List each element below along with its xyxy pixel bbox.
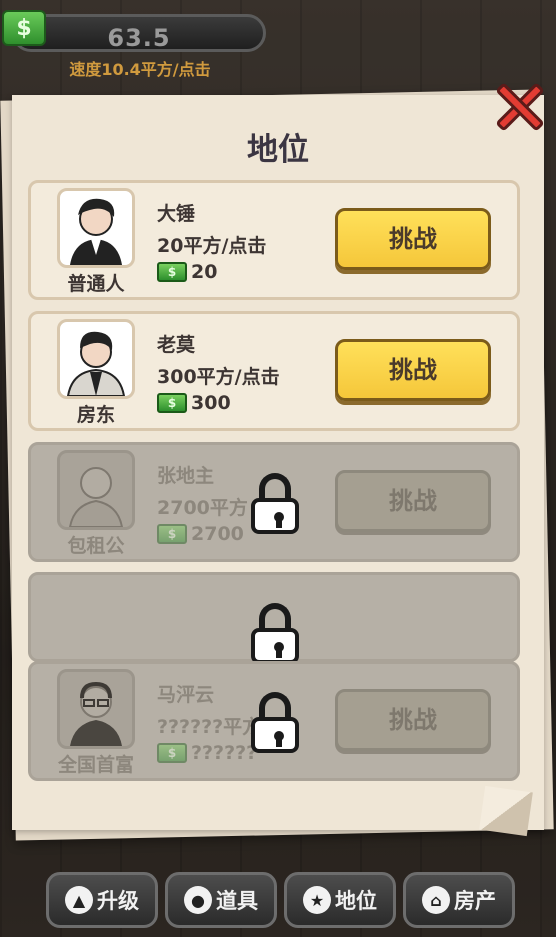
status-card-locked: 全国首富 马泙云 ??????平方 $ ?????? 挑战 xyxy=(28,661,520,781)
challenge-button-disabled: 挑战 xyxy=(335,470,491,532)
challenge-button[interactable]: 挑战 xyxy=(335,339,491,401)
tab-property[interactable]: ⌂ 房产 xyxy=(403,872,515,928)
character-avatar xyxy=(57,450,135,530)
status-card: 房东 老莫 300平方/点击 $ 300 挑战 xyxy=(28,311,520,431)
lock-icon xyxy=(251,603,299,664)
status-card-locked: 包租公 张地主 2700平方 $ 2700 挑战 xyxy=(28,442,520,562)
money-icon: $ xyxy=(157,262,187,282)
opponent-name: 马泙云 xyxy=(157,684,215,706)
lock-icon xyxy=(251,692,299,753)
money-icon: $ xyxy=(157,393,187,413)
bottom-tab-bar: ▲ 升级 ● 道具 ★ 地位 ⌂ 房产 xyxy=(0,857,556,937)
character-avatar xyxy=(57,188,135,268)
opponent-name: 张地主 xyxy=(157,465,215,487)
cost: $ 300 xyxy=(157,392,231,414)
tab-label: 房产 xyxy=(454,889,496,913)
rate-text: 20平方/点击 xyxy=(157,235,267,257)
challenge-button-disabled: 挑战 xyxy=(335,689,491,751)
status-card-locked xyxy=(28,572,520,664)
tab-label: 地位 xyxy=(335,889,377,913)
cost: $ ?????? xyxy=(157,742,257,764)
tab-items[interactable]: ● 道具 xyxy=(165,872,277,928)
tab-status[interactable]: ★ 地位 xyxy=(284,872,396,928)
house-icon: ⌂ xyxy=(422,886,450,914)
cost: $ 2700 xyxy=(157,523,244,545)
cost-value: 20 xyxy=(191,261,218,283)
rate-text: 2700平方 xyxy=(157,497,248,519)
opponent-name: 老莫 xyxy=(157,334,196,356)
tab-upgrade[interactable]: ▲ 升级 xyxy=(46,872,158,928)
character-avatar xyxy=(57,319,135,399)
money-bar: 63.5 xyxy=(12,14,266,52)
tab-label: 升级 xyxy=(97,889,139,913)
cost-value: ?????? xyxy=(191,742,258,764)
cost-value: 2700 xyxy=(191,523,244,545)
speed-text: 速度10.4平方/点击 xyxy=(69,60,211,79)
lock-icon xyxy=(251,473,299,534)
cost-value: 300 xyxy=(191,392,231,414)
money-value: 63.5 xyxy=(107,24,171,52)
panel-title: 地位 xyxy=(247,132,309,168)
rank-label: 包租公 xyxy=(67,535,125,557)
paper-corner-fold xyxy=(479,785,533,837)
character-avatar xyxy=(57,669,135,749)
opponent-name: 大锤 xyxy=(157,203,196,225)
money-icon: $ xyxy=(2,10,46,46)
medal-icon: ★ xyxy=(303,886,331,914)
rate-text: ??????平方 xyxy=(157,716,262,738)
close-icon[interactable] xyxy=(492,80,546,134)
status-card: 普通人 大锤 20平方/点击 $ 20 挑战 xyxy=(28,180,520,300)
challenge-button[interactable]: 挑战 xyxy=(335,208,491,270)
money-icon: $ xyxy=(157,524,187,544)
upgrade-icon: ▲ xyxy=(65,886,93,914)
money-icon: $ xyxy=(157,743,187,763)
rank-label: 普通人 xyxy=(67,273,125,295)
tab-label: 道具 xyxy=(216,889,258,913)
rate-text: 300平方/点击 xyxy=(157,366,280,388)
rank-label: 全国首富 xyxy=(57,754,134,776)
rank-label: 房东 xyxy=(76,404,115,426)
top-status-bar: 63.5 $ 速度10.4平方/点击 xyxy=(2,10,268,82)
piggy-bank-icon: ● xyxy=(184,886,212,914)
cost: $ 20 xyxy=(157,261,217,283)
